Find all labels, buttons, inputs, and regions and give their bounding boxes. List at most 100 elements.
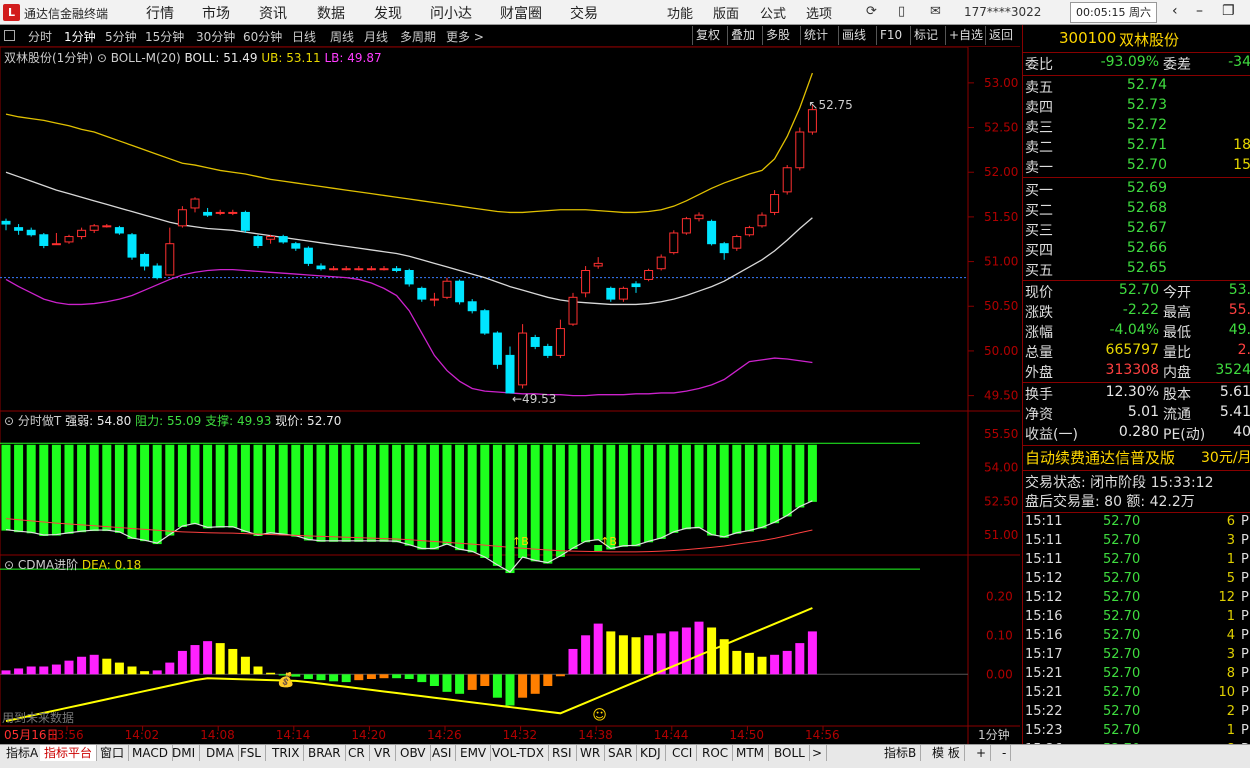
menu-right-1[interactable]: 版面 (713, 3, 739, 22)
candle-body (404, 270, 414, 285)
indicator-tab-19[interactable]: CCI (668, 745, 698, 761)
period-tab-1[interactable]: 1分钟 (64, 28, 96, 45)
tool-button-0[interactable]: 复权 (692, 26, 723, 45)
candle-body (392, 268, 402, 272)
candle-body (530, 337, 540, 347)
panel2-name[interactable]: 分时做T (18, 414, 61, 428)
indicator-tab-1[interactable]: 指标平台 (40, 745, 98, 761)
cdma-bar (404, 674, 414, 679)
indicator-tab-15[interactable]: RSI (548, 745, 577, 761)
period-tab-9[interactable]: 多周期 (400, 28, 436, 45)
strength-bar (631, 444, 641, 547)
period-tab-6[interactable]: 日线 (292, 28, 316, 45)
tick-side: P (1241, 685, 1249, 700)
tool-button-3[interactable]: 统计 (800, 26, 831, 45)
indicator-tab-4[interactable]: DMI (168, 745, 201, 761)
kline-chart[interactable]: 53.00 52.50 52.00 51.50 51.00 50.50 50.00 49.50… (0, 47, 1020, 744)
menu-right-0[interactable]: 功能 (667, 3, 693, 22)
indicator-tab-10[interactable]: VR (370, 745, 396, 761)
cdma-bar (555, 674, 565, 677)
tick-row: 15:11 52.70 3 P (1023, 533, 1250, 552)
tool-button-7[interactable]: +自选 (945, 26, 986, 45)
indicator-tab-6[interactable]: FSL (236, 745, 266, 761)
low-price-label: ←49.53 (512, 392, 556, 406)
account-id[interactable]: 177****3022 (964, 5, 1041, 19)
minimize-icon[interactable]: – (1196, 3, 1203, 19)
indicator-tab-11[interactable]: OBV (396, 745, 431, 761)
indicator-tab-3[interactable]: MACD (128, 745, 173, 761)
menu-right-2[interactable]: 公式 (760, 3, 786, 22)
indicator-right-tab-0[interactable]: 指标B (880, 745, 922, 761)
indicator-right-tab-2[interactable]: + (972, 745, 992, 761)
period-tab-5[interactable]: 60分钟 (243, 28, 282, 45)
indicator-right-tab-1[interactable]: 模 板 (928, 745, 965, 761)
period-tab-10[interactable]: 更多 > (446, 28, 484, 45)
indicator-tab-13[interactable]: EMV (456, 745, 492, 761)
indicator-tab-20[interactable]: ROC (698, 745, 734, 761)
ask-row-4: 卖四 52.73 (1023, 97, 1250, 117)
panel-toggle-icon[interactable] (4, 30, 15, 41)
indicator-tab-0[interactable]: 指标A (2, 745, 44, 761)
period-tab-7[interactable]: 周线 (330, 28, 354, 45)
menu-3[interactable]: 数据 (317, 3, 345, 23)
menu-6[interactable]: 财富圈 (500, 3, 542, 23)
indicator-tab-22[interactable]: BOLL (770, 745, 810, 761)
tool-button-1[interactable]: 叠加 (727, 26, 758, 45)
buy-marker: ↑B (512, 535, 529, 548)
panel3-name[interactable]: CDMA进阶 (18, 558, 78, 572)
tick-volume: 10 (1218, 685, 1235, 700)
mail-icon[interactable]: ✉ (930, 4, 941, 19)
period-tab-8[interactable]: 月线 (364, 28, 388, 45)
back-icon[interactable]: ‹ (1172, 3, 1178, 19)
period-tab-0[interactable]: 分时 (28, 28, 52, 45)
strength-bar (694, 444, 704, 529)
period-tab-2[interactable]: 5分钟 (105, 28, 137, 45)
chart-area[interactable]: 53.00 52.50 52.00 51.50 51.00 50.50 50.00 49.50… (0, 47, 1020, 744)
indicator-name[interactable]: BOLL-M(20) (111, 51, 181, 65)
tool-button-6[interactable]: 标记 (910, 26, 941, 45)
strength-bar (782, 444, 792, 517)
indicator-tab-2[interactable]: 窗口 (96, 745, 130, 761)
indicator-tab-18[interactable]: KDJ (636, 745, 666, 761)
tool-button-5[interactable]: F10 (876, 26, 905, 45)
menu-7[interactable]: 交易 (570, 3, 598, 23)
panel1-title: 双林股份(1分钟) ⊙ BOLL-M(20) BOLL: 51.49 UB: 5… (4, 51, 382, 65)
bid-label: 买五 (1025, 263, 1053, 279)
indicator-tab-23[interactable]: > (808, 745, 828, 761)
menu-0[interactable]: 行情 (146, 3, 174, 23)
ytick-label: 0.10 (986, 628, 1013, 642)
menu-5[interactable]: 问小达 (430, 3, 472, 23)
indicator-tab-9[interactable]: CR (344, 745, 370, 761)
menu-2[interactable]: 资讯 (259, 3, 287, 23)
stat-value: 313308 (1105, 362, 1159, 378)
period-tab-3[interactable]: 15分钟 (145, 28, 184, 45)
candle-body (266, 236, 276, 240)
indicator-tab-21[interactable]: MTM (732, 745, 770, 761)
restore-icon[interactable]: ❐ (1222, 3, 1235, 19)
indicator-tab-14[interactable]: VOL-TDX (488, 745, 549, 761)
tool-button-4[interactable]: 画线 (838, 26, 869, 45)
tool-button-8[interactable]: 返回 (985, 26, 1016, 45)
indicator-tab-17[interactable]: SAR (604, 745, 638, 761)
indicator-tab-12[interactable]: ASI (428, 745, 457, 761)
menu-4[interactable]: 发现 (374, 3, 402, 23)
refresh-icon[interactable]: ⟳ (866, 4, 877, 19)
fin-value: 0.280 (1118, 424, 1159, 440)
menu-right-3[interactable]: 选项 (806, 3, 832, 22)
ask-label: 卖二 (1025, 140, 1053, 156)
cdma-bar (64, 660, 74, 675)
period-tab-4[interactable]: 30分钟 (196, 28, 235, 45)
indicator-tab-8[interactable]: BRAR (304, 745, 346, 761)
tool-button-2[interactable]: 多股 (762, 26, 793, 45)
cdma-bar (681, 627, 691, 675)
indicator-tab-5[interactable]: DMA (202, 745, 239, 761)
indicator-right-tab-3[interactable]: - (998, 745, 1012, 761)
indicator-tab-7[interactable]: TRIX (268, 745, 305, 761)
stat-value: -2.22 (1122, 302, 1159, 318)
phone-icon[interactable]: ▯ (898, 4, 905, 19)
strength-bar (278, 444, 288, 536)
menu-1[interactable]: 市场 (202, 3, 230, 23)
indicator-tab-16[interactable]: WR (576, 745, 606, 761)
renewal-ad[interactable]: 自动续费通达信普及版 30元/月 (1023, 447, 1250, 469)
strength-bar (530, 444, 540, 562)
